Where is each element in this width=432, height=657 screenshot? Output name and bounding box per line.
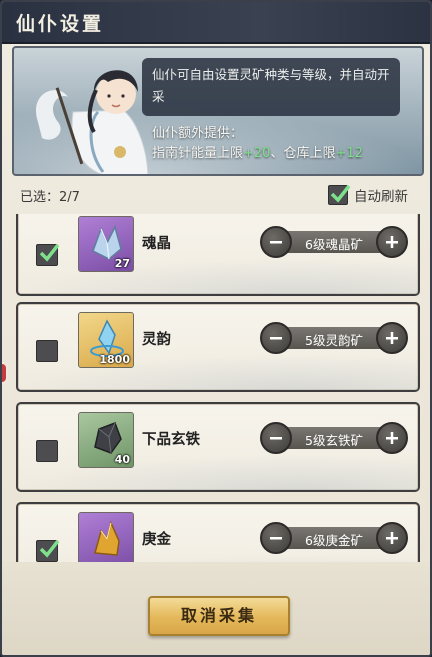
bonus-storage-label: 仓库上限 [283, 146, 336, 161]
ore-name: 魂晶 [142, 236, 171, 252]
bonus-energy-value: +20 [243, 146, 271, 161]
ore-checkbox[interactable] [36, 539, 60, 562]
page-title: 仙仆设置 [16, 13, 105, 35]
ore-quantity: 1800 [99, 353, 130, 366]
servant-banner: 仙仆可自由设置灵矿种类与等级，并自动开采 仙仆额外提供： 指南针能量上限+20、… [12, 46, 424, 176]
servant-settings-panel: 仙仆设置 仙仆可自由设置灵矿种类与等级，并自动开采 仙仆额外提供： 指南针能量上… [0, 0, 432, 657]
minus-icon [270, 537, 282, 540]
cancel-gathering-button[interactable]: 取消采集 [148, 596, 290, 636]
level-stepper: 6级魂晶矿 [260, 226, 408, 258]
header-bar: 仙仆设置 [2, 2, 430, 44]
bonus-heading: 仙仆额外提供： [152, 126, 244, 141]
ore-list[interactable]: 27 魂晶 6级魂晶矿 1800 灵韵 5级灵韵矿 40 下品玄铁 5级玄铁矿 … [14, 214, 422, 562]
ore-icon-box: 1800 [78, 312, 134, 368]
footer: 取消采集 [2, 562, 430, 655]
increase-level-button[interactable] [376, 422, 408, 454]
check-icon [39, 539, 60, 558]
minus-icon [270, 241, 282, 244]
ore-card-spirit-crystal: 1800 灵韵 5级灵韵矿 [16, 302, 420, 392]
servant-character-icon [35, 70, 149, 174]
ore-card-geng-gold: 庚金 6级庚金矿 [16, 502, 420, 562]
bonus-storage-value: +12 [335, 146, 363, 161]
increase-level-button[interactable] [376, 522, 408, 554]
ore-card-black-iron: 40 下品玄铁 5级玄铁矿 [16, 402, 420, 492]
level-stepper: 5级灵韵矿 [260, 322, 408, 354]
bonus-energy-label: 指南针能量上限 [152, 146, 244, 161]
plus-icon [386, 432, 398, 444]
plus-icon [386, 532, 398, 544]
bonus-separator: 、 [270, 146, 284, 161]
check-icon [39, 243, 60, 262]
increase-level-button[interactable] [376, 322, 408, 354]
side-tab-marker [2, 362, 8, 384]
ore-icon-box: 27 [78, 216, 134, 272]
decrease-level-button[interactable] [260, 522, 292, 554]
plus-icon [386, 236, 398, 248]
ore-icon-box [78, 512, 134, 562]
ore-quantity: 27 [114, 257, 130, 270]
check-icon [330, 184, 351, 203]
auto-refresh-label: 自动刷新 [354, 189, 408, 205]
ore-icon-box: 40 [78, 412, 134, 468]
decrease-level-button[interactable] [260, 422, 292, 454]
plus-icon [386, 332, 398, 344]
level-stepper: 5级玄铁矿 [260, 422, 408, 454]
increase-level-button[interactable] [376, 226, 408, 258]
auto-refresh-checkbox[interactable] [328, 184, 351, 205]
level-stepper: 6级庚金矿 [260, 522, 408, 554]
geng-gold-icon [94, 520, 120, 556]
speech-bubble: 仙仆可自由设置灵矿种类与等级，并自动开采 [142, 58, 400, 116]
ore-checkbox[interactable] [36, 243, 60, 266]
minus-icon [270, 437, 282, 440]
decrease-level-button[interactable] [260, 322, 292, 354]
bonus-info: 仙仆额外提供： 指南针能量上限+20、仓库上限+12 [152, 124, 420, 164]
selected-count: 已选：2/7 [20, 190, 80, 205]
ore-card-soul-crystal: 27 魂晶 6级魂晶矿 [16, 214, 420, 296]
bonus-line: 指南针能量上限+20、仓库上限+12 [152, 144, 420, 164]
ore-quantity: 40 [114, 453, 130, 466]
minus-icon [270, 337, 282, 340]
decrease-level-button[interactable] [260, 226, 292, 258]
auto-refresh-toggle[interactable]: 自动刷新 [328, 184, 408, 206]
ore-checkbox[interactable] [36, 440, 58, 462]
ore-name: 庚金 [142, 532, 171, 548]
ore-name: 下品玄铁 [142, 432, 200, 448]
ore-name: 灵韵 [142, 332, 171, 348]
ore-checkbox[interactable] [36, 340, 58, 362]
